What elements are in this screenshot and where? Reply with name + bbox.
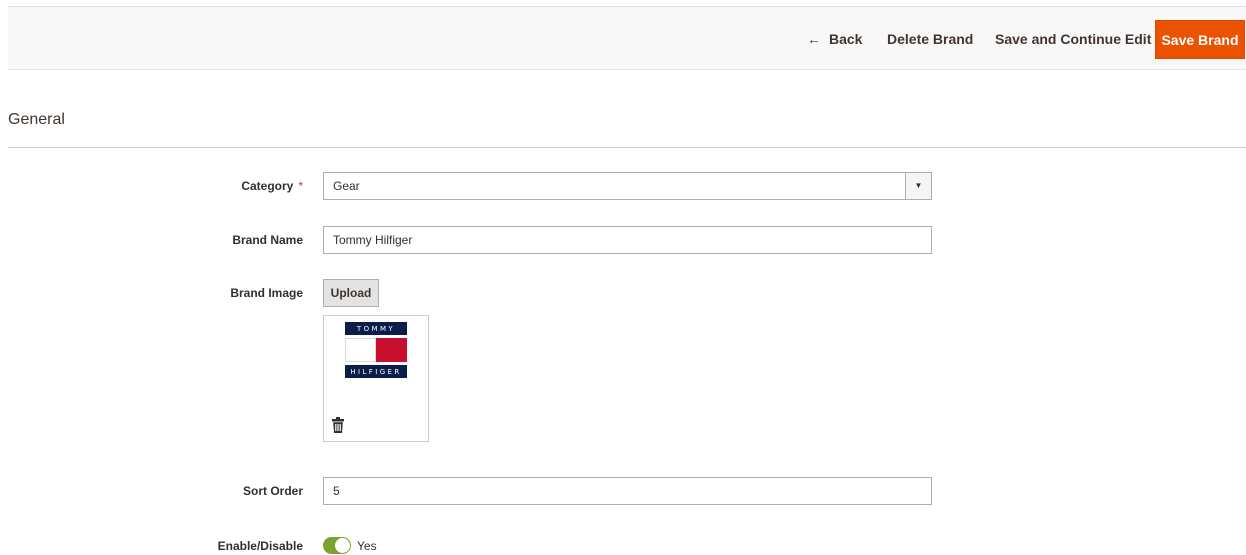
enable-disable-label: Enable/Disable bbox=[217, 539, 303, 553]
category-label: Category * bbox=[241, 179, 303, 193]
sort-order-value: 5 bbox=[333, 484, 340, 498]
chevron-down-icon[interactable]: ▼ bbox=[905, 173, 931, 199]
enable-toggle[interactable] bbox=[323, 537, 351, 554]
logo-flag-white bbox=[345, 338, 376, 362]
save-and-continue-button[interactable]: Save and Continue Edit bbox=[995, 7, 1151, 71]
image-preview: TOMMY HILFIGER bbox=[323, 315, 429, 442]
brand-name-value: Tommy Hilfiger bbox=[333, 233, 413, 247]
logo-bottom-text: HILFIGER bbox=[345, 365, 407, 378]
section-divider bbox=[8, 147, 1246, 148]
logo-top-text: TOMMY bbox=[345, 322, 407, 335]
sort-order-label: Sort Order bbox=[242, 484, 303, 498]
toggle-state-label: Yes bbox=[357, 539, 377, 553]
category-select-value: Gear bbox=[333, 179, 360, 193]
brand-logo-image: TOMMY HILFIGER bbox=[345, 322, 407, 378]
category-select[interactable]: Gear ▼ bbox=[323, 172, 932, 200]
category-label-text: Category bbox=[241, 179, 294, 193]
save-brand-button[interactable]: Save Brand bbox=[1155, 20, 1245, 59]
brand-image-label: Brand Image bbox=[230, 286, 303, 300]
toggle-knob bbox=[335, 538, 350, 553]
logo-flag-red bbox=[376, 338, 407, 362]
delete-brand-button[interactable]: Delete Brand bbox=[887, 7, 973, 71]
brand-name-label: Brand Name bbox=[232, 233, 303, 247]
upload-button[interactable]: Upload bbox=[323, 279, 379, 307]
back-button[interactable]: ← Back bbox=[807, 7, 862, 71]
required-mark: * bbox=[298, 179, 303, 193]
section-title[interactable]: General bbox=[8, 111, 65, 129]
sort-order-input[interactable]: 5 bbox=[323, 477, 932, 505]
page-actions-bar: ← Back Delete Brand Save and Continue Edi… bbox=[8, 6, 1246, 70]
back-label: Back bbox=[829, 31, 863, 47]
back-arrow-icon: ← bbox=[807, 31, 821, 47]
brand-name-input[interactable]: Tommy Hilfiger bbox=[323, 226, 932, 254]
trash-icon[interactable] bbox=[332, 417, 344, 433]
